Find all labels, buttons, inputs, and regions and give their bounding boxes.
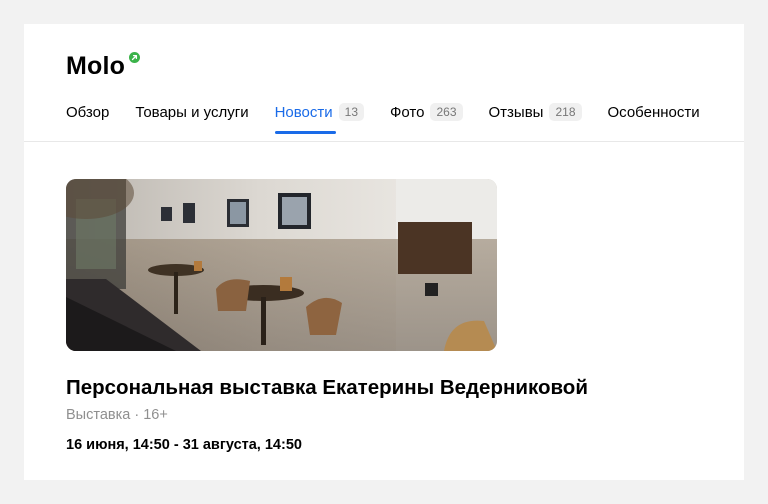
tab-bar: Обзор Товары и услуги Новости 13 Фото 26… bbox=[66, 100, 726, 134]
tab-count-badge: 13 bbox=[338, 103, 365, 121]
tab-label: Отзывы bbox=[488, 103, 544, 121]
tab-label: Товары и услуги bbox=[135, 103, 249, 121]
verified-badge-icon bbox=[129, 52, 141, 63]
business-card: Molo Обзор Товары и услуги Новости 13 Фо… bbox=[24, 24, 744, 480]
tab-count-badge: 263 bbox=[430, 103, 463, 121]
business-name: Molo bbox=[66, 52, 126, 80]
tab-label: Особенности bbox=[607, 103, 700, 121]
tab-label: Обзор bbox=[66, 103, 110, 121]
tab-features[interactable]: Особенности bbox=[608, 100, 700, 124]
event-photo[interactable] bbox=[66, 179, 497, 351]
tab-overview[interactable]: Обзор bbox=[66, 100, 109, 124]
event-dates: 16 июня, 14:50 - 31 августа, 14:50 bbox=[66, 437, 302, 453]
event-category: Выставка bbox=[66, 407, 131, 423]
event-meta: Выставка · 16+ bbox=[66, 407, 168, 423]
header-divider bbox=[24, 141, 744, 142]
active-tab-indicator bbox=[274, 131, 336, 134]
event-age-rating: · 16+ bbox=[134, 407, 168, 423]
tab-reviews[interactable]: Отзывы 218 bbox=[489, 100, 582, 124]
tab-products[interactable]: Товары и услуги bbox=[135, 100, 248, 124]
cafe-interior-illustration bbox=[66, 179, 497, 351]
tab-count-badge: 218 bbox=[549, 103, 582, 121]
business-header: Molo bbox=[66, 52, 141, 81]
tab-label: Фото bbox=[390, 103, 425, 121]
event-title[interactable]: Персональная выставка Екатерины Ведерник… bbox=[66, 376, 588, 400]
tab-news[interactable]: Новости 13 bbox=[274, 100, 365, 134]
tab-label: Новости bbox=[274, 103, 333, 121]
tab-photos[interactable]: Фото 263 bbox=[390, 100, 463, 124]
